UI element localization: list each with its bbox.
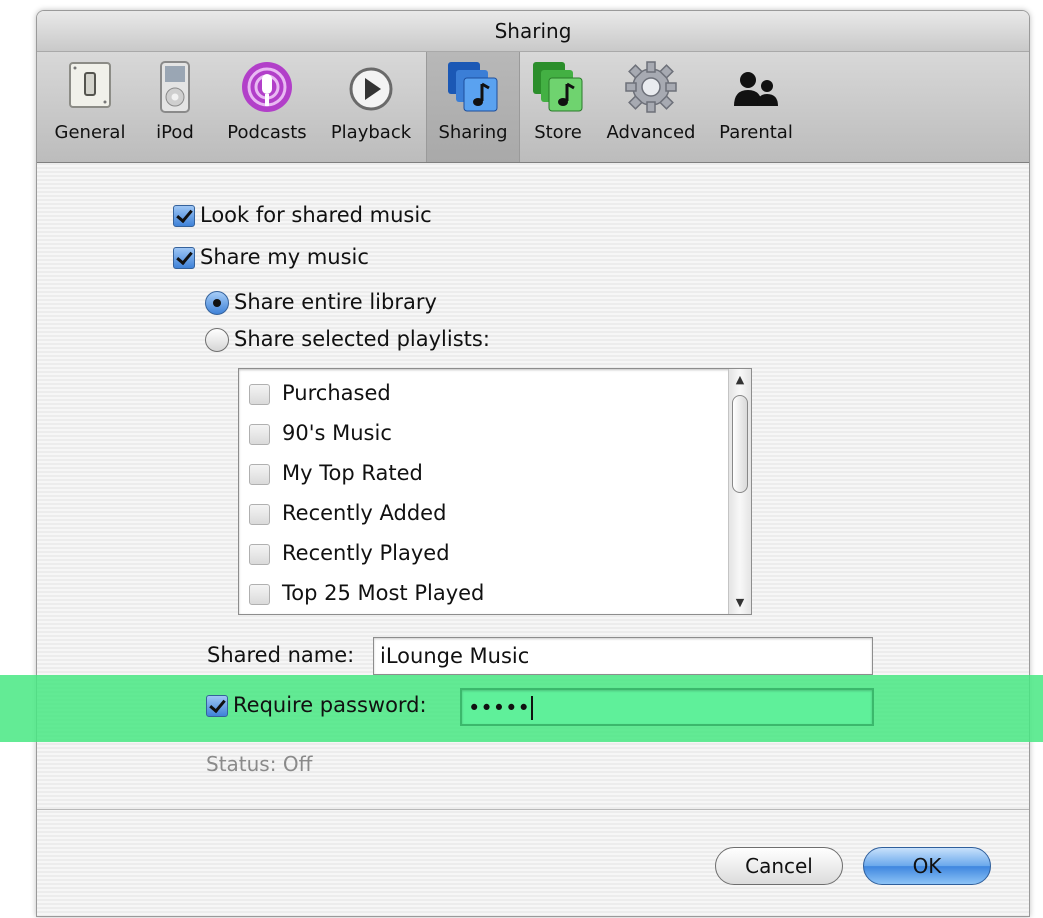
playlist-label: Purchased	[282, 381, 391, 405]
playlist-label: Recently Added	[282, 501, 447, 525]
ipod-icon	[159, 60, 191, 118]
tab-ipod[interactable]: iPod	[149, 52, 201, 162]
option-label: Share my music	[200, 245, 369, 269]
list-item[interactable]: Purchased	[249, 381, 391, 405]
shared-music-icon	[446, 60, 500, 118]
playlist-checkbox[interactable]	[249, 383, 270, 405]
tab-advanced[interactable]: Advanced	[600, 52, 702, 162]
list-item[interactable]: Recently Added	[249, 501, 446, 525]
window-title: Sharing	[37, 11, 1029, 52]
light-switch-icon	[67, 60, 113, 114]
tab-playback[interactable]: Playback	[324, 52, 418, 162]
option-label: Share entire library	[234, 290, 437, 314]
list-item[interactable]: Recently Played	[249, 541, 450, 565]
gear-icon	[624, 60, 678, 118]
option-label: Share selected playlists:	[234, 327, 490, 351]
share-my-music-option[interactable]: Share my music	[173, 245, 369, 269]
scroll-up-arrow-icon[interactable]: ▲	[732, 373, 748, 387]
tab-label: Parental	[719, 122, 793, 143]
option-label: Require password:	[233, 693, 427, 717]
podcast-microphone-icon	[240, 60, 294, 118]
tab-parental[interactable]: Parental	[712, 52, 800, 162]
tab-label: iPod	[156, 122, 194, 143]
password-value: •••••	[468, 696, 530, 720]
share-entire-library-radio[interactable]	[205, 291, 229, 315]
list-item[interactable]: 90's Music	[249, 421, 392, 445]
playlist-label: Recently Played	[282, 541, 450, 565]
password-input[interactable]: •••••​	[460, 688, 874, 726]
playlist-checkbox[interactable]	[249, 583, 270, 605]
share-selected-playlists-option[interactable]: Share selected playlists:	[205, 327, 490, 352]
tab-store[interactable]: Store	[525, 52, 591, 162]
tab-label: Podcasts	[227, 122, 307, 143]
playlist-label: 90's Music	[282, 421, 392, 445]
play-button-icon	[348, 66, 394, 116]
list-item[interactable]: My Top Rated	[249, 461, 423, 485]
preferences-toolbar: General iPod Podcasts Playback Sharing S…	[37, 52, 1029, 163]
playlist-checkbox[interactable]	[249, 423, 270, 445]
playlist-checkbox[interactable]	[249, 503, 270, 525]
share-entire-library-option[interactable]: Share entire library	[205, 290, 437, 315]
tab-sharing[interactable]: Sharing	[426, 52, 520, 162]
playlist-checkbox[interactable]	[249, 543, 270, 565]
share-selected-playlists-radio[interactable]	[205, 328, 229, 352]
look-for-shared-music-checkbox[interactable]	[173, 205, 195, 227]
tab-label: Playback	[330, 122, 412, 143]
playlist-label: Top 25 Most Played	[282, 581, 485, 605]
tab-label: Advanced	[606, 122, 696, 143]
shared-name-label: Shared name:	[207, 643, 355, 667]
tab-label: General	[54, 122, 126, 143]
text-cursor: ​	[530, 696, 533, 720]
list-item[interactable]: Top 25 Most Played	[249, 581, 484, 605]
playlist-list[interactable]: Purchased 90's Music My Top Rated Recent…	[238, 368, 752, 615]
divider	[37, 809, 1029, 810]
look-for-shared-music-option[interactable]: Look for shared music	[173, 203, 432, 227]
require-password-option[interactable]: Require password:	[206, 693, 427, 717]
tab-label: Store	[534, 122, 582, 143]
status-text: Status: Off	[206, 752, 313, 776]
option-label: Look for shared music	[200, 203, 432, 227]
ok-button[interactable]: OK	[863, 847, 991, 885]
sharing-preferences-window: Sharing General iPod Podcasts Playback S…	[36, 10, 1030, 917]
playlist-checkbox[interactable]	[249, 463, 270, 485]
shared-name-input[interactable]: iLounge Music	[373, 637, 873, 675]
playlist-scrollbar[interactable]: ▲ ▼	[728, 369, 751, 614]
playlist-label: My Top Rated	[282, 461, 423, 485]
require-password-checkbox[interactable]	[206, 695, 228, 717]
cancel-button[interactable]: Cancel	[715, 847, 843, 885]
scrollbar-thumb[interactable]	[732, 395, 748, 493]
share-my-music-checkbox[interactable]	[173, 247, 195, 269]
scroll-down-arrow-icon[interactable]: ▼	[732, 596, 748, 610]
tab-podcasts[interactable]: Podcasts	[219, 52, 315, 162]
tab-label: Sharing	[438, 122, 508, 143]
parental-silhouette-icon	[731, 70, 781, 112]
tab-general[interactable]: General	[45, 52, 135, 162]
store-music-icon	[531, 60, 585, 118]
